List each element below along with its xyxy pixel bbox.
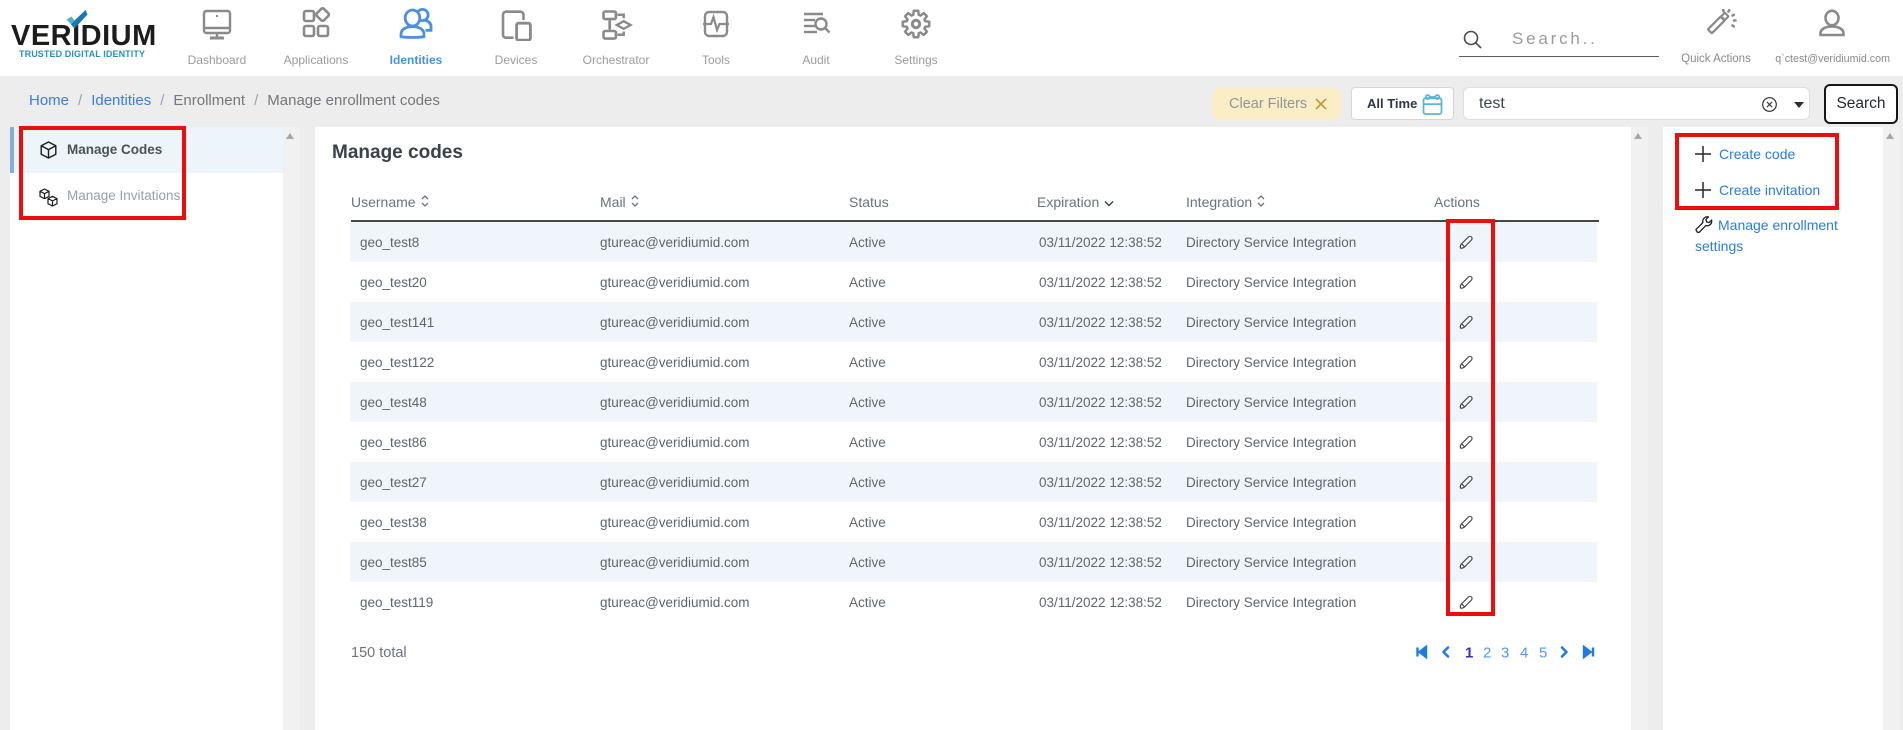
svg-text:3: 3 [1501, 645, 1509, 662]
svg-text:2: 2 [1483, 645, 1491, 662]
svg-text:5: 5 [1539, 645, 1547, 662]
svg-text:4: 4 [1520, 645, 1528, 662]
svg-text:1: 1 [1465, 645, 1473, 662]
